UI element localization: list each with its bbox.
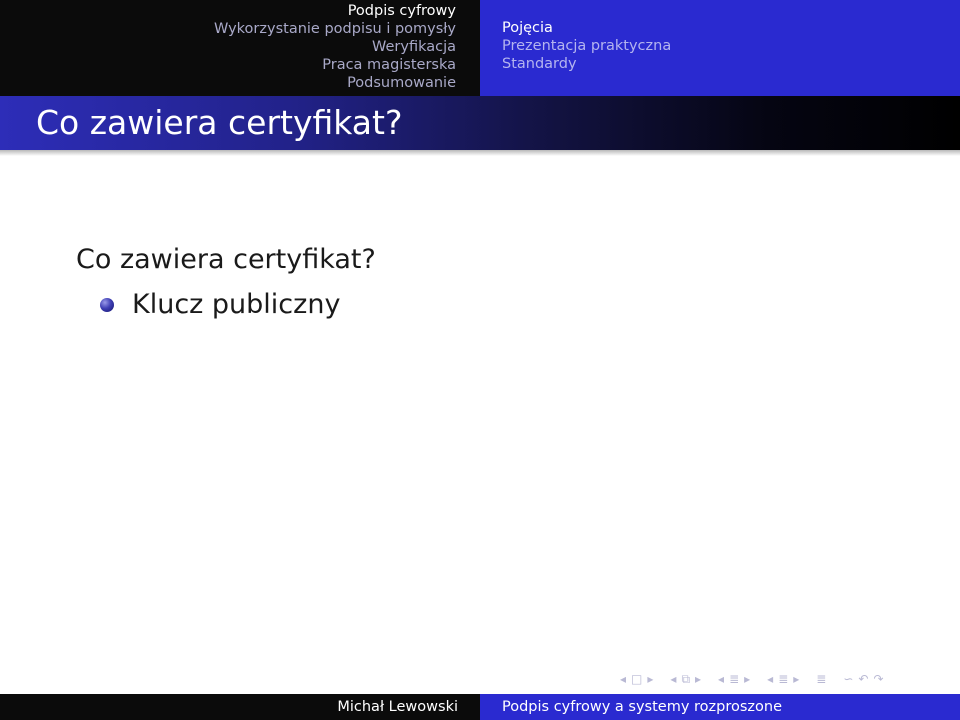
author-name: Michał Lewowski: [337, 699, 458, 715]
frame-icon[interactable]: ⧉: [681, 672, 690, 687]
subsection-icon[interactable]: ≣: [729, 672, 739, 686]
block-title: Co zawiera certyfikat?: [76, 244, 376, 275]
section-list: Podpis cyfrowy Wykorzystanie podpisu i p…: [0, 0, 480, 96]
search-icon[interactable]: ∽: [843, 672, 853, 686]
nav-section-podpis-cyfrowy[interactable]: Podpis cyfrowy: [348, 2, 456, 20]
nav-section-wykorzystanie[interactable]: Wykorzystanie podpisu i pomysły: [214, 20, 456, 38]
forward-icon[interactable]: ↷: [873, 672, 883, 686]
back-icon[interactable]: ↶: [858, 672, 868, 686]
title-bar-shadow: [0, 150, 960, 156]
bullet-icon: [100, 298, 114, 312]
nav-section-praca-magisterska[interactable]: Praca magisterska: [322, 56, 456, 74]
prev-section-icon[interactable]: ◂: [767, 672, 773, 686]
nav-subsection-pojecia[interactable]: Pojęcia: [502, 19, 553, 37]
next-frame-icon[interactable]: ▸: [695, 672, 701, 686]
list-item-text: Klucz publiczny: [132, 289, 341, 320]
nav-subsection-prezentacja[interactable]: Prezentacja praktyczna: [502, 37, 671, 55]
navigation-symbols: ◂ □ ▸ ◂ ⧉ ▸ ◂ ≣ ▸ ◂ ≣ ▸ ≣ ∽ ↶ ↷: [620, 670, 889, 688]
footer-author: Michał Lewowski: [0, 694, 480, 720]
section-navigation-bar: Podpis cyfrowy Wykorzystanie podpisu i p…: [0, 0, 960, 96]
slide-icon[interactable]: □: [631, 672, 642, 686]
prev-slide-icon[interactable]: ◂: [620, 672, 626, 686]
talk-title: Podpis cyfrowy a systemy rozproszone: [502, 699, 783, 715]
nav-section-podsumowanie[interactable]: Podsumowanie: [347, 74, 456, 92]
list-item: Klucz publiczny: [100, 287, 340, 323]
next-slide-icon[interactable]: ▸: [647, 672, 653, 686]
nav-subsection-standardy[interactable]: Standardy: [502, 55, 577, 73]
footer-bar: Michał Lewowski Podpis cyfrowy a systemy…: [0, 694, 960, 720]
next-subsection-icon[interactable]: ▸: [744, 672, 750, 686]
next-section-icon[interactable]: ▸: [793, 672, 799, 686]
subsection-list: Pojęcia Prezentacja praktyczna Standardy: [480, 0, 960, 96]
frame-title: Co zawiera certyfikat?: [36, 103, 403, 142]
section-icon[interactable]: ≣: [778, 672, 788, 686]
prev-subsection-icon[interactable]: ◂: [718, 672, 724, 686]
footer-title: Podpis cyfrowy a systemy rozproszone: [480, 694, 960, 720]
nav-section-weryfikacja[interactable]: Weryfikacja: [372, 38, 456, 56]
prev-frame-icon[interactable]: ◂: [670, 672, 676, 686]
appendix-icon[interactable]: ≣: [816, 672, 826, 686]
